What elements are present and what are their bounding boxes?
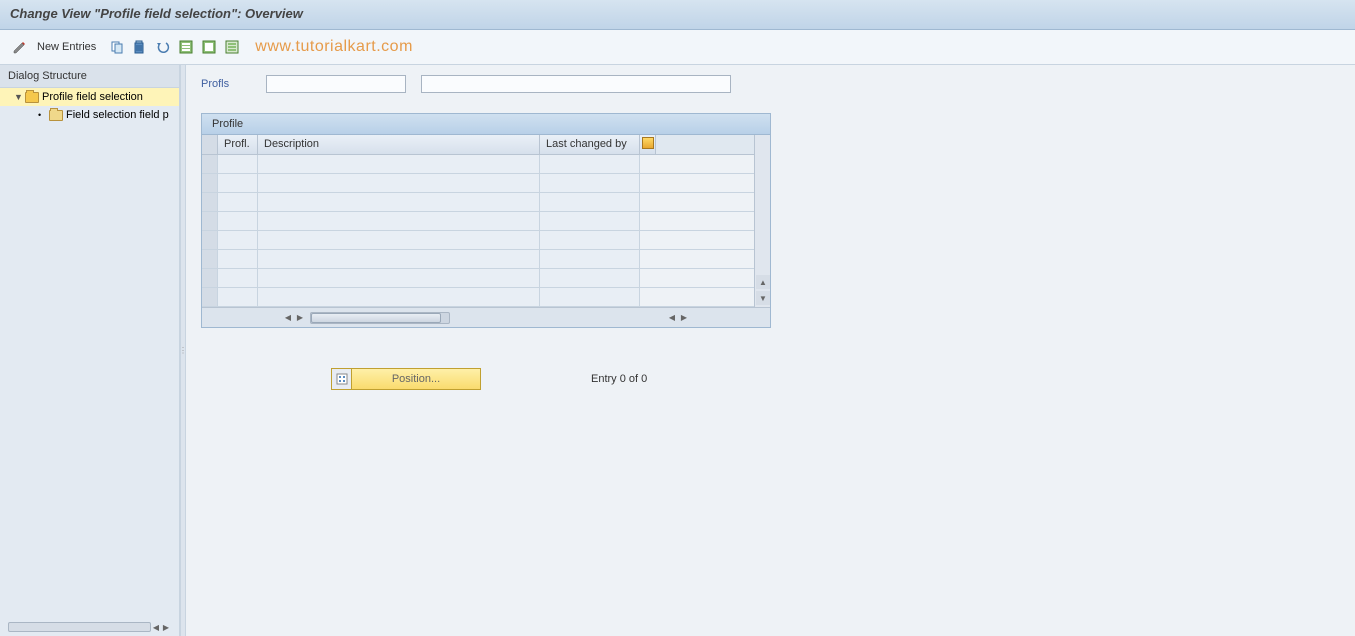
scroll-left-icon[interactable]: ▶ xyxy=(294,313,306,322)
column-header-last-changed[interactable]: Last changed by xyxy=(540,135,640,154)
tree-item-label: Field selection field p xyxy=(66,109,169,121)
configuration-icon xyxy=(642,137,654,149)
footer-row: Position... Entry 0 of 0 xyxy=(331,368,1340,390)
sidebar-horizontal-scrollbar[interactable]: ◀ ▶ xyxy=(8,620,171,634)
table-settings-button[interactable] xyxy=(640,135,656,154)
tree-item-profile-field-selection[interactable]: ▼ Profile field selection xyxy=(0,88,179,106)
deselect-all-icon[interactable] xyxy=(222,37,242,57)
table-horizontal-scrollbar[interactable]: ◀ ▶ ◀ ▶ xyxy=(202,307,770,327)
profls-label: Profls xyxy=(201,78,251,90)
table-row[interactable] xyxy=(202,174,754,193)
hscroll-track[interactable] xyxy=(310,312,450,324)
title-bar: Change View "Profile field selection": O… xyxy=(0,0,1355,30)
column-selector[interactable] xyxy=(202,135,218,154)
folder-open-icon xyxy=(25,92,39,103)
new-entries-button[interactable]: New Entries xyxy=(37,41,96,53)
toolbar: New Entries www.tutorialkart.com xyxy=(0,30,1355,65)
table-vertical-scrollbar[interactable]: ▲ ▼ xyxy=(754,135,770,307)
table-row[interactable] xyxy=(202,250,754,269)
table-header-row: Profl. Description Last changed by xyxy=(202,135,754,155)
tree-bullet: • xyxy=(38,110,46,120)
scroll-left-icon[interactable]: ◀ xyxy=(151,623,161,632)
position-button-label: Position... xyxy=(352,373,480,385)
scroll-track[interactable] xyxy=(8,622,151,632)
scroll-right-icon[interactable]: ◀ xyxy=(666,313,678,322)
tree-collapse-icon[interactable]: ▼ xyxy=(14,92,22,102)
main-area: Dialog Structure ▼ Profile field selecti… xyxy=(0,65,1355,636)
profile-table: Profile Profl. Description Last changed … xyxy=(201,113,771,328)
table-row[interactable] xyxy=(202,231,754,250)
profls-field-row: Profls xyxy=(201,75,1340,93)
dialog-structure-sidebar: Dialog Structure ▼ Profile field selecti… xyxy=(0,65,180,636)
toggle-display-change-icon[interactable] xyxy=(10,37,30,57)
select-all-icon[interactable] xyxy=(176,37,196,57)
table-title: Profile xyxy=(202,114,770,135)
profls-input[interactable] xyxy=(266,75,406,93)
tree-item-label: Profile field selection xyxy=(42,91,143,103)
table-row[interactable] xyxy=(202,288,754,307)
table-row[interactable] xyxy=(202,269,754,288)
hscroll-thumb[interactable] xyxy=(311,313,441,323)
tree-item-field-selection-field[interactable]: • Field selection field p xyxy=(0,106,179,124)
sidebar-header: Dialog Structure xyxy=(0,65,179,88)
content-area: Profls Profile Profl. Description Last c… xyxy=(186,65,1355,636)
column-header-profl[interactable]: Profl. xyxy=(218,135,258,154)
table-row[interactable] xyxy=(202,193,754,212)
select-block-icon[interactable] xyxy=(199,37,219,57)
scroll-first-icon[interactable]: ◀ xyxy=(282,313,294,322)
scroll-right-icon[interactable]: ▶ xyxy=(161,623,171,632)
table-row[interactable] xyxy=(202,212,754,231)
watermark-text: www.tutorialkart.com xyxy=(255,38,413,56)
scroll-last-icon[interactable]: ▶ xyxy=(678,313,690,322)
profls-description-input[interactable] xyxy=(421,75,731,93)
undo-change-icon[interactable] xyxy=(153,37,173,57)
table-row[interactable] xyxy=(202,155,754,174)
column-header-description[interactable]: Description xyxy=(258,135,540,154)
position-button[interactable]: Position... xyxy=(331,368,481,390)
delete-icon[interactable] xyxy=(130,37,150,57)
entry-status-text: Entry 0 of 0 xyxy=(591,373,647,385)
copy-as-icon[interactable] xyxy=(107,37,127,57)
position-icon xyxy=(332,369,352,389)
scroll-up-icon[interactable]: ▲ xyxy=(756,275,770,289)
folder-closed-icon xyxy=(49,110,63,121)
scroll-down-icon[interactable]: ▼ xyxy=(756,291,770,305)
